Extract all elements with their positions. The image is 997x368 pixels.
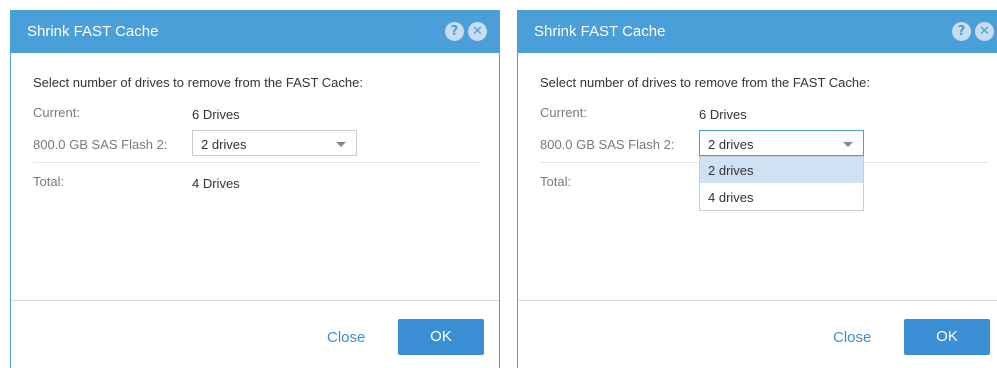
instruction-text: Select number of drives to remove from t… [33, 75, 363, 90]
dialog-title: Shrink FAST Cache [534, 23, 666, 40]
close-button[interactable]: Close [833, 329, 871, 346]
row-divider [33, 162, 481, 163]
dialog-title-bar: Shrink FAST Cache ? ✕ [11, 11, 499, 53]
drive-type-label: 800.0 GB SAS Flash 2: [33, 137, 168, 152]
footer-divider [518, 300, 997, 301]
chevron-down-icon[interactable] [336, 142, 346, 147]
drive-type-label: 800.0 GB SAS Flash 2: [540, 137, 675, 152]
current-label: Current: [540, 105, 587, 120]
help-icon[interactable]: ? [952, 22, 971, 41]
close-button[interactable]: Close [327, 329, 365, 346]
close-icon[interactable]: ✕ [975, 22, 994, 41]
total-value: 4 Drives [192, 176, 240, 191]
ok-button[interactable]: OK [904, 319, 990, 355]
current-value: 6 Drives [192, 107, 240, 122]
drive-count-select[interactable]: 2 drives [699, 130, 864, 156]
dialog-title-bar: Shrink FAST Cache ? ✕ [518, 11, 997, 53]
shrink-fast-cache-dialog: Shrink FAST Cache ? ✕ Select number of d… [10, 10, 500, 368]
drive-count-dropdown-list: 2 drives 4 drives [699, 156, 864, 211]
current-label: Current: [33, 105, 80, 120]
instruction-text: Select number of drives to remove from t… [540, 75, 870, 90]
shrink-fast-cache-dialog-open: Shrink FAST Cache ? ✕ Select number of d… [517, 10, 997, 368]
dropdown-option-4-drives[interactable]: 4 drives [700, 184, 863, 210]
help-icon[interactable]: ? [445, 22, 464, 41]
drive-count-selected-value: 2 drives [708, 137, 754, 152]
drive-count-select[interactable]: 2 drives [192, 130, 357, 156]
total-label: Total: [33, 174, 65, 189]
chevron-down-icon[interactable] [843, 142, 853, 147]
close-icon[interactable]: ✕ [468, 22, 487, 41]
total-label: Total: [540, 174, 572, 189]
footer-divider [11, 300, 499, 301]
ok-button[interactable]: OK [398, 319, 484, 355]
drive-count-selected-value: 2 drives [201, 137, 247, 152]
dialog-title: Shrink FAST Cache [27, 23, 159, 40]
current-value: 6 Drives [699, 107, 747, 122]
dropdown-option-2-drives[interactable]: 2 drives [700, 157, 863, 183]
